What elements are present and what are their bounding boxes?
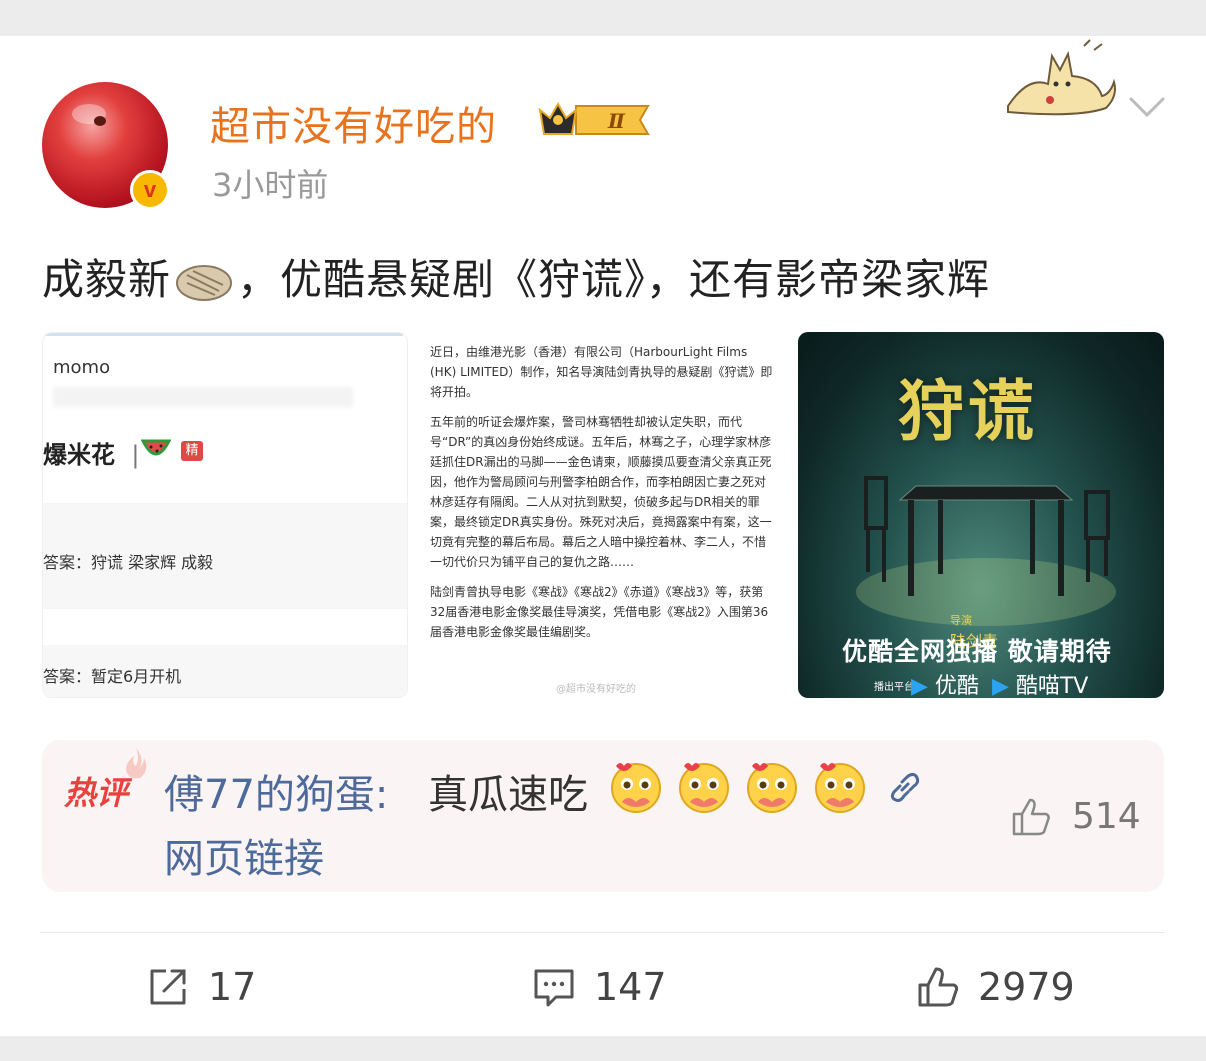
comment-icon bbox=[534, 969, 574, 1007]
flame-icon bbox=[126, 748, 147, 779]
like-count: 2979 bbox=[978, 965, 1075, 1009]
thumbs-up-icon bbox=[918, 967, 959, 1007]
hot-comment-like-count: 514 bbox=[1072, 796, 1141, 837]
action-bar-divider bbox=[40, 932, 1164, 933]
crown-level-badge-icon: Ⅱ bbox=[538, 101, 650, 135]
post-image-3-poster[interactable]: 狩谎 导演 陆剑青 优酷全网独播 敬请期待 播出平台 ▶ 优酷 ▶ 酷喵TV bbox=[798, 332, 1164, 698]
share-count: 17 bbox=[208, 965, 257, 1009]
kumiao-play-icon: ▶ bbox=[991, 674, 1009, 698]
image-top-line bbox=[43, 333, 403, 336]
image-watermark: @超市没有好吃的 bbox=[556, 684, 636, 695]
answer-line-1: 答案：狩谎 梁家辉 成毅 bbox=[43, 553, 214, 572]
share-icon bbox=[150, 969, 186, 1005]
platform-youku: 优酷 bbox=[934, 674, 979, 698]
popcorn-title-text: 爆米花 bbox=[43, 441, 115, 469]
like-button[interactable]: 2979 bbox=[916, 962, 1075, 1012]
share-button[interactable]: 17 bbox=[146, 962, 256, 1012]
thumbs-up-icon[interactable] bbox=[1010, 796, 1052, 838]
hot-comment[interactable]: 热评 傅77的狗蛋: 真瓜速吃 网页链接 514 bbox=[42, 740, 1164, 892]
watermelon-icon bbox=[141, 439, 171, 456]
username[interactable]: 超市没有好吃的 bbox=[210, 94, 497, 152]
weibo-post-card: v 超市没有好吃的 Ⅱ 3小时前 成毅新 ，优酷悬疑剧《狩谎》，还有影帝梁家辉 … bbox=[0, 36, 1206, 1036]
poster-title: 狩谎 bbox=[898, 373, 1038, 450]
featured-tag: 精 bbox=[181, 441, 203, 461]
chevron-down-icon[interactable] bbox=[1128, 96, 1166, 118]
comment-button[interactable]: 147 bbox=[532, 962, 667, 1012]
pleading-heart-emoji-icon bbox=[611, 763, 865, 813]
post-image-2[interactable]: 近日，由维港光影（香港）有限公司（HarbourLight Films (HK)… bbox=[420, 332, 786, 698]
comment-count: 147 bbox=[594, 965, 667, 1009]
link-icon[interactable] bbox=[886, 768, 924, 806]
director-label: 导演 bbox=[950, 614, 972, 627]
platform-kumiao: 酷喵TV bbox=[1015, 674, 1089, 698]
mooncake-emoji-icon bbox=[176, 264, 233, 301]
poster-platforms: 播出平台 ▶ 优酷 ▶ 酷喵TV bbox=[874, 668, 1088, 698]
article-paragraph-1: 近日，由维港光影（香港）有限公司（HarbourLight Films (HK)… bbox=[430, 345, 773, 399]
post-text: 成毅新 ，优酷悬疑剧《狩谎》，还有影帝梁家辉 bbox=[42, 246, 990, 307]
title-divider: | bbox=[131, 441, 140, 469]
article-paragraph-2: 五年前的听证会爆炸案，警司林骞牺牲却被认定失职，而代号“DR”的真凶身份始终成谜… bbox=[430, 415, 772, 569]
comment-text: 真瓜速吃 bbox=[428, 772, 588, 818]
level-badge-text: Ⅱ bbox=[607, 109, 626, 133]
platform-label: 播出平台 bbox=[874, 681, 914, 693]
hot-comment-label: 热评 bbox=[64, 774, 129, 812]
avatar-apple-stem bbox=[94, 116, 106, 126]
commenter-name[interactable]: 傅77的狗蛋: bbox=[164, 762, 388, 820]
dog-sticker-icon bbox=[1007, 39, 1116, 116]
blurred-text bbox=[53, 387, 353, 407]
post-text-start: 成毅新 bbox=[42, 255, 172, 304]
answer-line-2: 答案：暂定6月开机 bbox=[43, 667, 182, 686]
post-image-1[interactable]: momo 爆米花 | 精 答案：狩谎 梁家辉 成毅 答案：暂定6月开机 bbox=[42, 332, 408, 698]
poster-table-illustration bbox=[856, 476, 1116, 626]
web-link[interactable]: 网页链接 bbox=[164, 826, 324, 884]
youku-play-icon: ▶ bbox=[911, 674, 928, 698]
popcorn-title: 爆米花 | bbox=[43, 435, 139, 470]
post-text-end: ，优酷悬疑剧《狩谎》，还有影帝梁家辉 bbox=[237, 255, 991, 304]
poster-banner: 优酷全网独播 敬请期待 bbox=[842, 637, 1112, 666]
app-name-label: momo bbox=[53, 357, 111, 378]
article-paragraph-3: 陆剑青曾执导电影《寒战》《寒战2》《赤道》《寒战3》等，获第32届香港电影金像奖… bbox=[430, 585, 769, 639]
post-timestamp: 3小时前 bbox=[212, 166, 329, 204]
verified-badge-icon: v bbox=[130, 170, 170, 210]
